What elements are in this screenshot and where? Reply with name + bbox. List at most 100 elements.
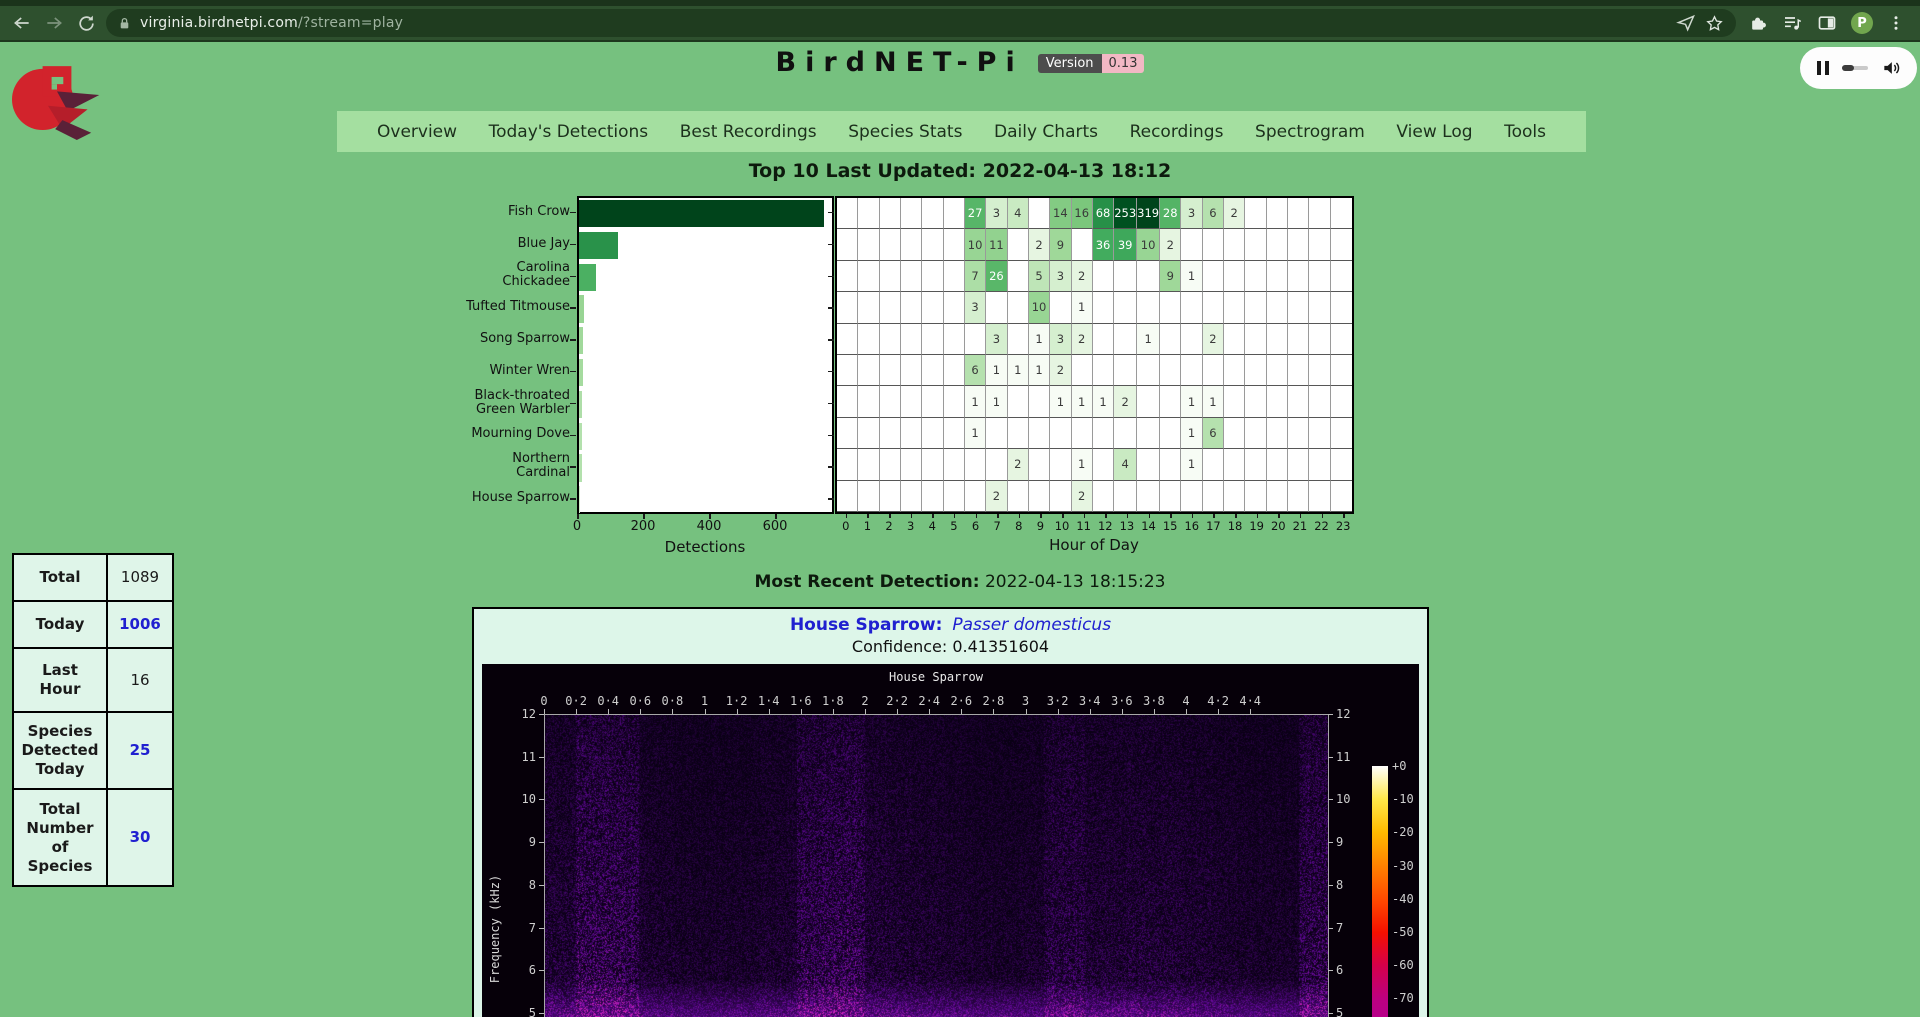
heatmap-cell	[1203, 229, 1224, 260]
detection-card: House Sparrow:Passer domesticus Confiden…	[472, 607, 1429, 1017]
heatmap-cell	[880, 261, 901, 292]
forward-button[interactable]	[42, 11, 66, 35]
y-tick	[828, 403, 834, 405]
heatmap-cell	[986, 292, 1007, 323]
stats-value-species-detected-today[interactable]: 25	[107, 712, 173, 789]
heatmap-cell: 14	[1050, 198, 1071, 229]
heatmap-cell	[1093, 261, 1114, 292]
nav-item-view-log[interactable]: View Log	[1396, 122, 1472, 142]
spectrogram-y-tick	[539, 970, 544, 971]
spectrogram-y-ticklabel: 9	[496, 835, 536, 849]
spectrogram-y-tick	[1328, 885, 1333, 886]
spectrogram-y-ticklabel: 6	[1336, 963, 1343, 977]
heatmap-cell	[1008, 386, 1029, 417]
heatmap-cell: 2	[1114, 386, 1137, 417]
colorbar-ticklabel: -40	[1392, 892, 1414, 906]
nav-item-today-s-detections[interactable]: Today's Detections	[489, 122, 649, 142]
heatmap-cell: 1	[1050, 386, 1071, 417]
heatmap-cell	[880, 355, 901, 386]
spectrogram-x-ticklabel: 4·4	[1236, 694, 1264, 708]
spectrogram-x-tick	[865, 709, 866, 714]
heatmap-cell	[901, 481, 922, 512]
bookmark-star-icon[interactable]	[1705, 14, 1724, 33]
hour-ticklabel: 0	[835, 519, 857, 533]
hour-tick	[1149, 514, 1151, 518]
heatmap-cell: 3	[965, 292, 986, 323]
heatmap-cell	[1309, 481, 1330, 512]
nav-item-spectrogram[interactable]: Spectrogram	[1255, 122, 1365, 142]
spectrogram-x-ticklabel: 2·4	[915, 694, 943, 708]
heatmap-cell	[901, 229, 922, 260]
heatmap-cell: 3	[1050, 261, 1071, 292]
version-label: Version	[1038, 54, 1102, 73]
heatmap-cell: 1	[1181, 418, 1202, 449]
stats-value-today[interactable]: 1006	[107, 601, 173, 648]
heatmap-cell	[1309, 324, 1330, 355]
side-panel-icon[interactable]	[1817, 13, 1837, 33]
url-bar[interactable]: virginia.birdnetpi.com/?stream=play	[106, 9, 1736, 37]
heatmap-cell: 4	[1114, 449, 1137, 480]
y-tick	[570, 212, 576, 214]
spectrogram-x-tick	[1058, 709, 1059, 714]
colorbar-ticklabel: -10	[1392, 792, 1414, 806]
hour-tick	[1257, 514, 1259, 518]
hour-ticklabel: 6	[965, 519, 987, 533]
reload-button[interactable]	[74, 11, 98, 35]
spectrogram-x-tick	[833, 709, 834, 714]
send-icon[interactable]	[1676, 13, 1696, 33]
heatmap-cell	[1072, 355, 1093, 386]
heatmap-cell	[1050, 418, 1071, 449]
heatmap-cell: 1	[1181, 261, 1202, 292]
profile-avatar[interactable]: P	[1851, 12, 1873, 34]
hour-tick	[1170, 514, 1172, 518]
media-controls-icon[interactable]	[1782, 13, 1803, 33]
nav-item-tools[interactable]: Tools	[1504, 122, 1546, 142]
spectrogram-y-ticklabel: 6	[496, 963, 536, 977]
volume-icon[interactable]	[1881, 58, 1901, 78]
y-tick	[828, 339, 834, 341]
y-tick	[828, 466, 834, 468]
audio-progress-bar[interactable]	[1842, 66, 1868, 70]
audio-player[interactable]	[1800, 47, 1917, 89]
nav-item-best-recordings[interactable]: Best Recordings	[680, 122, 817, 142]
back-button[interactable]	[10, 11, 34, 35]
url-domain: virginia.birdnetpi.com	[140, 15, 298, 31]
hour-tick	[846, 514, 848, 518]
spectrogram-y-tick	[1328, 1013, 1333, 1014]
heatmap-cell	[880, 324, 901, 355]
hour-tick	[932, 514, 934, 518]
nav-item-daily-charts[interactable]: Daily Charts	[994, 122, 1098, 142]
stats-row-species-detected-today: Species Detected Today25	[13, 712, 173, 789]
heatmap-cell	[944, 229, 965, 260]
spectrogram-y-ticklabel: 11	[496, 750, 536, 764]
extensions-icon[interactable]	[1748, 13, 1768, 33]
heatmap-cell: 1	[986, 355, 1007, 386]
heatmap-cell	[837, 292, 858, 323]
heatmap-cell	[837, 355, 858, 386]
heatmap-cell	[858, 386, 879, 417]
nav-item-recordings[interactable]: Recordings	[1130, 122, 1224, 142]
pause-button[interactable]	[1817, 61, 1829, 75]
spectrogram-y-tick	[539, 757, 544, 758]
browser-menu-icon[interactable]	[1887, 14, 1905, 32]
nav-item-species-stats[interactable]: Species Stats	[848, 122, 962, 142]
heatmap-cell	[922, 324, 943, 355]
hour-ticklabel: 2	[878, 519, 900, 533]
heatmap-cell	[1160, 481, 1181, 512]
detection-common-name[interactable]: House Sparrow:	[790, 615, 942, 635]
heatmap-cell: 11	[986, 229, 1007, 260]
heatmap-cell: 1	[1072, 449, 1093, 480]
stats-value-total-number-of-species[interactable]: 30	[107, 789, 173, 886]
nav-item-overview[interactable]: Overview	[377, 122, 457, 142]
heatmap-cell	[837, 324, 858, 355]
spectrogram-x-ticklabel: 0·6	[626, 694, 654, 708]
heatmap-cell	[1245, 418, 1266, 449]
heatmap-cell	[944, 418, 965, 449]
hour-ticklabel: 22	[1311, 519, 1333, 533]
hour-tick	[997, 514, 999, 518]
heatmap-cell	[1008, 261, 1029, 292]
heatmap-cell	[1114, 355, 1137, 386]
heatmap-cell	[1267, 386, 1288, 417]
heatmap-cell	[922, 198, 943, 229]
hour-ticklabel: 23	[1332, 519, 1354, 533]
